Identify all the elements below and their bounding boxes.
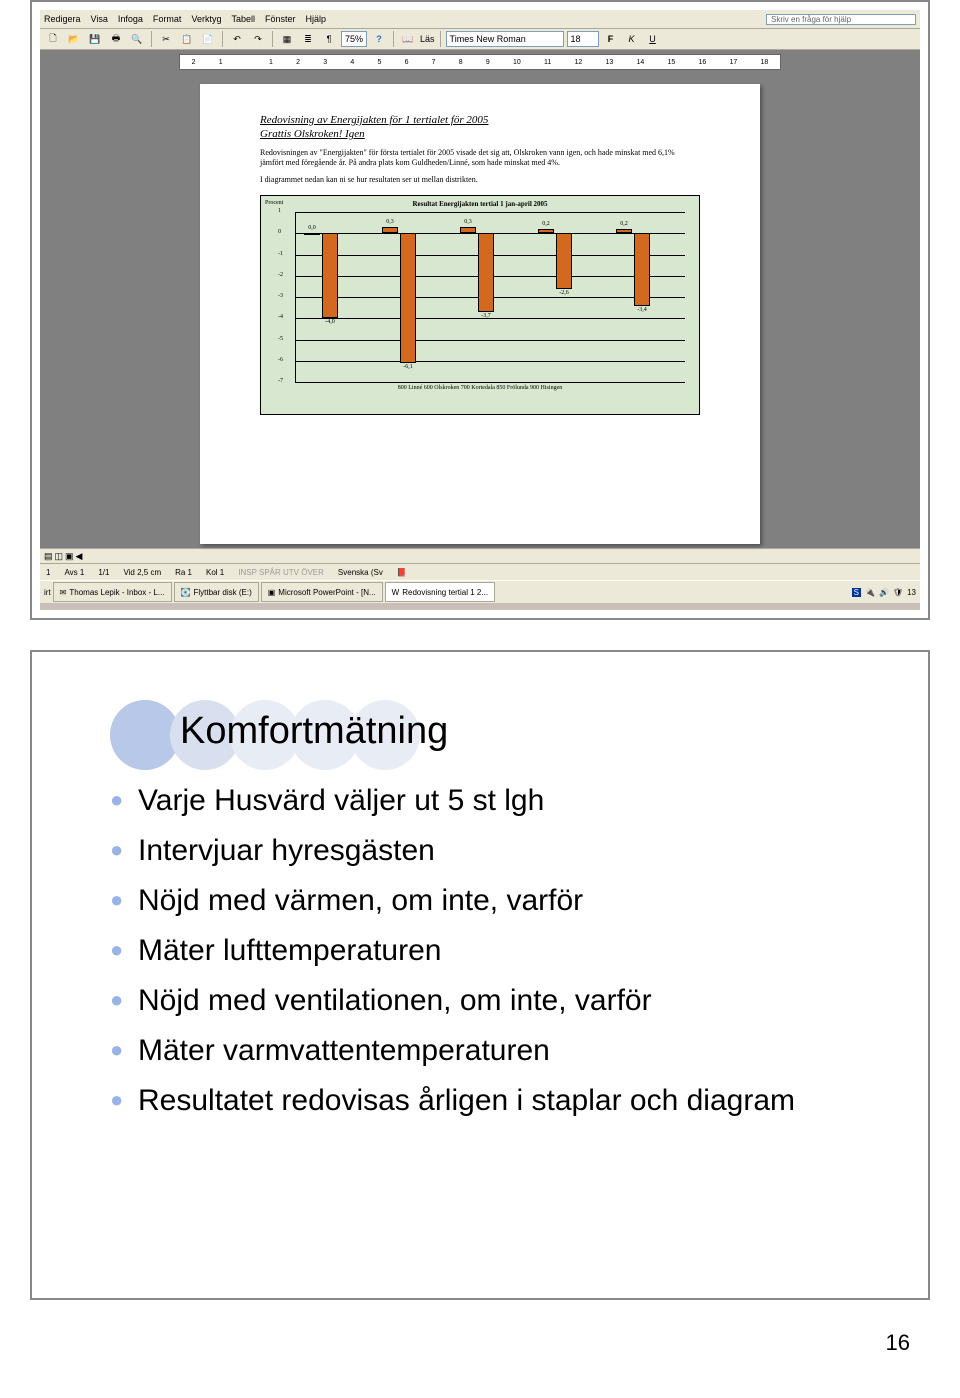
bold-icon[interactable]: F: [602, 30, 620, 48]
doc-heading-1: Redovisning av Energijakten för 1 tertia…: [260, 114, 700, 126]
menu-infoga[interactable]: Infoga: [118, 14, 143, 24]
menu-visa[interactable]: Visa: [91, 14, 108, 24]
web-view-icon[interactable]: ◫: [55, 551, 64, 562]
view-buttons: ▤ ◫ ▣ ◀: [40, 548, 920, 563]
status-section: Avs 1: [64, 568, 84, 577]
ruler-area: 21123456789101112131415161718: [40, 50, 920, 74]
chart-title: Resultat Energijakten tertial 1 jan-apri…: [265, 200, 695, 208]
drive-icon: 💽: [181, 588, 191, 597]
document-page[interactable]: Redovisning av Energijakten för 1 tertia…: [200, 84, 760, 544]
underline-icon[interactable]: U: [644, 30, 662, 48]
outline-view-icon[interactable]: ◀: [76, 551, 83, 562]
chart-ylabel: Procent: [265, 200, 283, 206]
new-doc-icon[interactable]: 🗋: [44, 30, 62, 48]
normal-view-icon[interactable]: ▤: [44, 551, 53, 562]
menu-format[interactable]: Format: [153, 14, 182, 24]
copy-icon[interactable]: 📋: [178, 30, 196, 48]
tray-volume-icon[interactable]: 🔊: [879, 588, 889, 597]
windows-taskbar: irt ✉Thomas Lepik - Inbox - L... 💽Flyttb…: [40, 580, 920, 603]
task-explorer[interactable]: 💽Flyttbar disk (E:): [174, 582, 259, 602]
bullet-item: Resultatet redovisas årligen i staplar o…: [110, 1083, 880, 1119]
print-view-icon[interactable]: ▣: [65, 551, 74, 562]
word-icon: W: [392, 588, 400, 597]
redo-icon[interactable]: ↷: [249, 30, 267, 48]
chart-x-legend: 800 Linné 600 Olskroken 700 Kortedala 85…: [265, 385, 695, 391]
system-tray: S 🔌 🔊 🛡 13: [852, 588, 916, 597]
doc-paragraph-1: Redovisningen av "Energijakten" för förs…: [260, 148, 700, 169]
undo-icon[interactable]: ↶: [228, 30, 246, 48]
table-icon[interactable]: ▦: [278, 30, 296, 48]
italic-icon[interactable]: K: [623, 30, 641, 48]
menu-tabell[interactable]: Tabell: [231, 14, 255, 24]
read-label: Läs: [420, 34, 435, 44]
slide-2-content: Komfortmätning Varje Husvärd väljer ut 5…: [40, 660, 920, 1290]
slide-title: Komfortmätning: [180, 710, 880, 753]
page-number: 16: [0, 1330, 910, 1356]
menu-hjalp[interactable]: Hjälp: [305, 14, 326, 24]
menu-redigera[interactable]: Redigera: [44, 14, 81, 24]
bullet-item: Intervjuar hyresgästen: [110, 833, 880, 869]
powerpoint-icon: ▣: [268, 588, 276, 597]
font-dropdown[interactable]: Times New Roman: [446, 31, 564, 47]
standard-toolbar: 🗋 📂 💾 🖶 🔍 ✂ 📋 📄 ↶ ↷ ▦ ≣ ¶ 75% ? 📖 Läs Ti…: [40, 29, 920, 50]
embedded-chart[interactable]: Resultat Energijakten tertial 1 jan-apri…: [260, 195, 700, 415]
doc-paragraph-2: I diagrammet nedan kan ni se hur resulta…: [260, 175, 700, 185]
outlook-icon: ✉: [60, 588, 67, 597]
open-icon[interactable]: 📂: [65, 30, 83, 48]
task-outlook[interactable]: ✉Thomas Lepik - Inbox - L...: [53, 582, 172, 602]
help-icon[interactable]: ?: [370, 30, 388, 48]
bullet-item: Nöjd med ventilationen, om inte, varför: [110, 983, 880, 1019]
status-pages: 1/1: [98, 568, 109, 577]
save-icon[interactable]: 💾: [86, 30, 104, 48]
preview-icon[interactable]: 🔍: [128, 30, 146, 48]
status-book-icon[interactable]: 📕: [397, 568, 407, 577]
horizontal-ruler[interactable]: 21123456789101112131415161718: [179, 54, 781, 70]
status-bar: 1 Avs 1 1/1 Vid 2,5 cm Ra 1 Kol 1 INSP S…: [40, 563, 920, 580]
status-row: Ra 1: [175, 568, 192, 577]
chart-plot-area: 10-1-2-3-4-5-6-70,0-4,00,3-6,10,3-3,70,2…: [295, 212, 685, 383]
status-col: Kol 1: [206, 568, 224, 577]
paragraph-icon[interactable]: ¶: [320, 30, 338, 48]
paste-icon[interactable]: 📄: [199, 30, 217, 48]
slide-2-frame: Komfortmätning Varje Husvärd väljer ut 5…: [30, 650, 930, 1300]
zoom-dropdown[interactable]: 75%: [341, 31, 367, 47]
fontsize-dropdown[interactable]: 18: [567, 31, 599, 47]
start-fragment[interactable]: irt: [44, 588, 51, 597]
tray-shield-icon[interactable]: 🛡: [893, 588, 903, 597]
read-mode-icon[interactable]: 📖: [399, 30, 417, 48]
bullet-list: Varje Husvärd väljer ut 5 st lgh Intervj…: [110, 783, 880, 1119]
status-page: 1: [46, 568, 50, 577]
bullet-item: Mäter varmvattentemperaturen: [110, 1033, 880, 1069]
word-screenshot: Redigera Visa Infoga Format Verktyg Tabe…: [40, 10, 920, 610]
tray-network-icon[interactable]: 🔌: [865, 588, 875, 597]
status-modes: INSP SPÅR UTV ÖVER: [238, 568, 324, 577]
print-icon[interactable]: 🖶: [107, 30, 125, 48]
tray-clock[interactable]: 13: [907, 588, 916, 597]
menu-fonster[interactable]: Fönster: [265, 14, 296, 24]
bullet-item: Nöjd med värmen, om inte, varför: [110, 883, 880, 919]
slide-1-frame: Redigera Visa Infoga Format Verktyg Tabe…: [30, 0, 930, 620]
status-pos: Vid 2,5 cm: [123, 568, 161, 577]
help-search-input[interactable]: Skriv en fråga för hjälp: [766, 14, 916, 25]
document-area: Redovisning av Energijakten för 1 tertia…: [40, 74, 920, 548]
bullet-item: Mäter lufttemperaturen: [110, 933, 880, 969]
menu-verktyg[interactable]: Verktyg: [191, 14, 221, 24]
task-powerpoint[interactable]: ▣Microsoft PowerPoint - [N...: [261, 582, 383, 602]
columns-icon[interactable]: ≣: [299, 30, 317, 48]
task-word-active[interactable]: WRedovisning tertial 1 2...: [385, 582, 495, 602]
status-lang: Svenska (Sv: [338, 568, 383, 577]
menu-bar: Redigera Visa Infoga Format Verktyg Tabe…: [40, 10, 920, 29]
bullet-item: Varje Husvärd väljer ut 5 st lgh: [110, 783, 880, 819]
doc-heading-2: Grattis Olskroken! Igen: [260, 128, 700, 140]
cut-icon[interactable]: ✂: [157, 30, 175, 48]
tray-icon[interactable]: S: [852, 588, 861, 597]
